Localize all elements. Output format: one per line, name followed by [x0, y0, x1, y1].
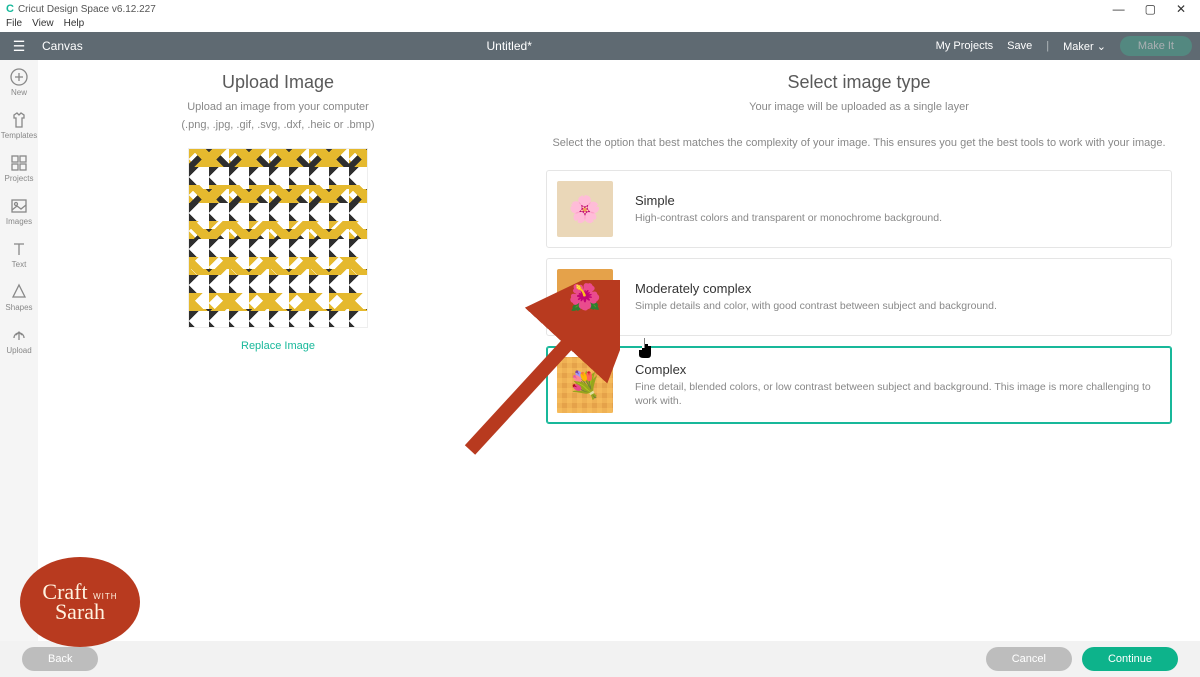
option-simple-desc: High-contrast colors and transparent or … [635, 212, 942, 226]
watermark-badge: Craft WITH Sarah [20, 557, 140, 647]
device-dropdown[interactable]: Maker ⌄ [1063, 40, 1106, 53]
option-complex-title: Complex [635, 362, 1161, 377]
window-maximize-icon[interactable]: ▢ [1145, 2, 1156, 16]
cancel-button[interactable]: Cancel [986, 647, 1072, 671]
sidebar-item-projects[interactable]: Projects [0, 154, 38, 183]
select-image-type-panel: Select image type Your image will be upl… [518, 60, 1200, 641]
app-title: Cricut Design Space v6.12.227 [18, 4, 156, 15]
document-title: Untitled* [83, 39, 936, 53]
uploaded-image-preview [188, 148, 368, 328]
upload-image-panel: Upload Image Upload an image from your c… [38, 60, 518, 641]
flower-icon: 🌺 [569, 282, 601, 313]
chevron-down-icon: ⌄ [1097, 41, 1106, 53]
app-header: ☰ Canvas Untitled* My Projects Save | Ma… [0, 32, 1200, 60]
sidebar-item-images[interactable]: Images [0, 197, 38, 226]
main-content: Upload Image Upload an image from your c… [38, 60, 1200, 641]
window-minimize-icon[interactable]: — [1113, 2, 1125, 16]
back-button[interactable]: Back [22, 647, 98, 671]
option-simple-thumb: 🌸 [557, 181, 613, 237]
sidebar-item-new[interactable]: New [0, 68, 38, 97]
plus-circle-icon [10, 68, 28, 86]
sidebar-label: Images [6, 217, 32, 226]
menu-file[interactable]: File [6, 18, 22, 32]
option-simple[interactable]: 🌸 Simple High-contrast colors and transp… [546, 170, 1172, 248]
option-moderate-thumb: 🌺 [557, 269, 613, 325]
badge-line2: Sarah [55, 599, 105, 624]
footer-bar: Back Cancel Continue [0, 641, 1200, 677]
grid-icon [10, 154, 28, 172]
shapes-icon [10, 283, 28, 301]
sidebar-item-text[interactable]: Text [0, 240, 38, 269]
sidebar-label: Upload [6, 346, 31, 355]
sidebar-item-templates[interactable]: Templates [0, 111, 38, 140]
select-type-sub1: Your image will be uploaded as a single … [518, 99, 1200, 117]
option-complex-desc: Fine detail, blended colors, or low cont… [635, 381, 1161, 408]
menu-bar: File View Help [0, 18, 1200, 32]
sidebar-label: Projects [5, 174, 34, 183]
upload-icon [10, 326, 28, 344]
left-toolbar: New Templates Projects Images Text Shape… [0, 60, 38, 641]
hamburger-icon[interactable]: ☰ [0, 38, 38, 55]
continue-button[interactable]: Continue [1082, 647, 1178, 671]
save-link[interactable]: Save [1007, 40, 1032, 52]
select-type-sub2: Select the option that best matches the … [518, 135, 1200, 153]
option-complex[interactable]: 💐 Complex Fine detail, blended colors, o… [546, 346, 1172, 424]
make-it-button[interactable]: Make It [1120, 36, 1192, 56]
menu-view[interactable]: View [32, 18, 54, 32]
shirt-icon [10, 111, 28, 129]
upload-subtitle-2: (.png, .jpg, .gif, .svg, .dxf, .heic or … [38, 117, 518, 135]
flower-icon: 💐 [569, 370, 601, 401]
header-separator: | [1046, 40, 1049, 52]
replace-image-link[interactable]: Replace Image [241, 340, 315, 352]
window-close-icon[interactable]: ✕ [1176, 2, 1186, 16]
option-simple-title: Simple [635, 193, 942, 208]
app-logo-icon: C [6, 3, 14, 15]
option-moderate[interactable]: 🌺 Moderately complex Simple details and … [546, 258, 1172, 336]
sidebar-item-upload[interactable]: Upload [0, 326, 38, 355]
sidebar-label: Shapes [5, 303, 32, 312]
option-moderate-desc: Simple details and color, with good cont… [635, 300, 997, 314]
sidebar-label: Text [12, 260, 27, 269]
image-icon [10, 197, 28, 215]
upload-subtitle-1: Upload an image from your computer [38, 99, 518, 117]
option-complex-thumb: 💐 [557, 357, 613, 413]
sidebar-item-shapes[interactable]: Shapes [0, 283, 38, 312]
upload-title: Upload Image [38, 72, 518, 93]
my-projects-link[interactable]: My Projects [936, 40, 993, 52]
sidebar-label: New [11, 88, 27, 97]
option-moderate-title: Moderately complex [635, 281, 997, 296]
canvas-label[interactable]: Canvas [38, 39, 83, 53]
text-icon [10, 240, 28, 258]
menu-help[interactable]: Help [64, 18, 85, 32]
select-type-title: Select image type [518, 72, 1200, 93]
window-titlebar: C Cricut Design Space v6.12.227 — ▢ ✕ [0, 0, 1200, 18]
sidebar-label: Templates [1, 131, 37, 140]
flower-icon: 🌸 [569, 194, 601, 225]
